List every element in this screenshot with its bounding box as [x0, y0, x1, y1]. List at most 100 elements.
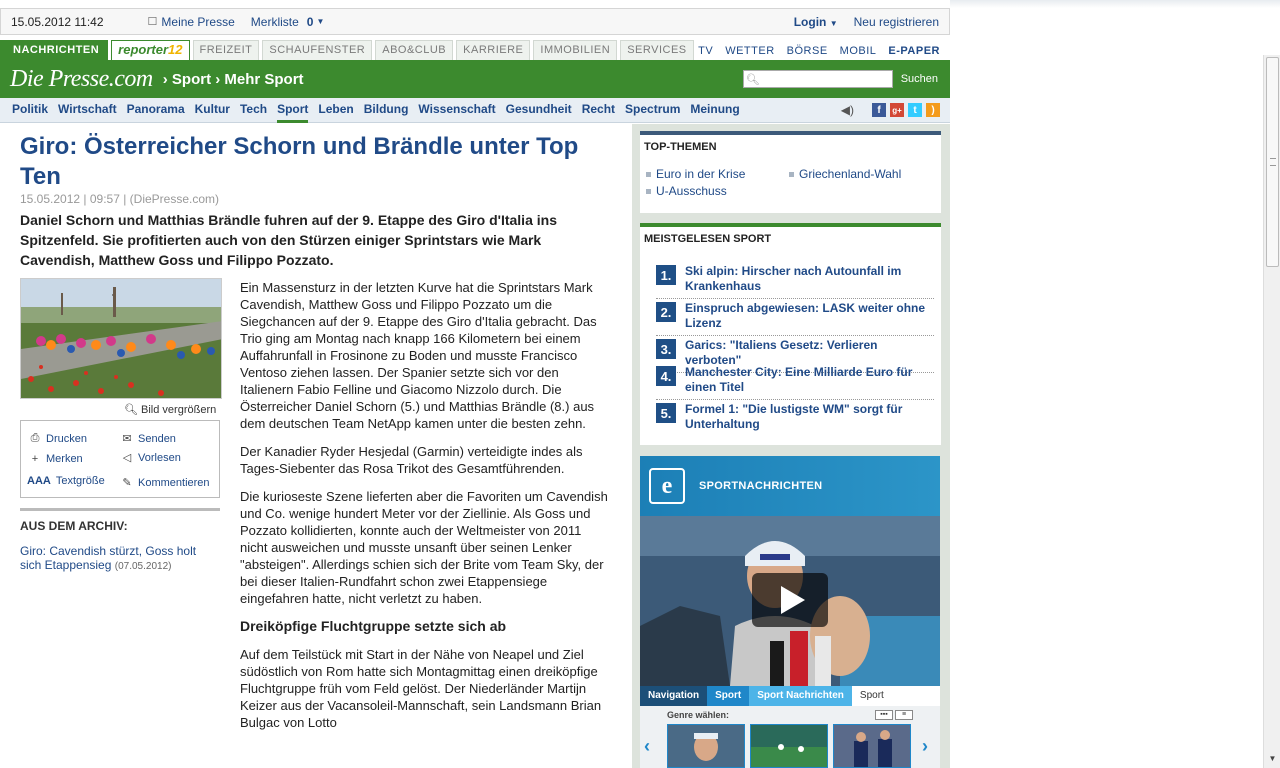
print-button[interactable]: ⎙ Drucken	[29, 432, 87, 445]
tab-schaufenster[interactable]: SCHAUFENSTER	[262, 40, 373, 60]
enlarge-image-link[interactable]: 🔍︎ Bild vergrößern	[124, 403, 216, 416]
search-area: 🔍︎ Suchen	[742, 70, 938, 88]
most-read-item[interactable]: 4. Manchester City: Eine Milliarde Euro f…	[656, 365, 934, 400]
nav-panorama[interactable]: Panorama	[127, 98, 185, 123]
tab-services[interactable]: SERVICES	[620, 40, 694, 60]
link-tv[interactable]: TV	[698, 45, 713, 57]
nav-wirtschaft[interactable]: Wirtschaft	[58, 98, 117, 123]
meta-bar: 15.05.2012 11:42 ☐ Meine Presse Merklist…	[0, 8, 950, 35]
facebook-icon[interactable]: f	[872, 103, 886, 117]
scrollbar-thumb[interactable]	[1266, 57, 1279, 267]
rank-badge: 5.	[656, 403, 676, 423]
most-read-item[interactable]: 1. Ski alpin: Hirscher nach Autounfall im…	[656, 264, 934, 299]
article-title: Giro: Österreicher Schorn und Brändle un…	[20, 133, 579, 190]
link-epaper[interactable]: E-PAPER	[888, 45, 940, 57]
most-read-item[interactable]: 5. Formel 1: "Die lustigste WM" sorgt für…	[656, 402, 934, 436]
nav-leben[interactable]: Leben	[318, 98, 353, 123]
comment-button[interactable]: ✎ Kommentieren	[121, 476, 210, 490]
nav-tech[interactable]: Tech	[240, 98, 267, 123]
site-logo[interactable]: Die Presse.com	[10, 66, 153, 93]
article-photo[interactable]	[20, 278, 222, 399]
send-button[interactable]: ✉ Senden	[121, 432, 176, 446]
video-brand-logo: e	[649, 468, 685, 504]
nav-recht[interactable]: Recht	[582, 98, 615, 123]
grid-view-icon[interactable]: ▪▪▪	[875, 710, 893, 720]
login-button[interactable]: Login ▼	[794, 15, 838, 29]
chevron-down-icon[interactable]: ▼	[316, 17, 324, 26]
nav-meinung[interactable]: Meinung	[690, 98, 739, 123]
search-button[interactable]: Suchen	[901, 73, 938, 85]
textsize-button[interactable]: AAA Textgröße	[27, 475, 105, 487]
print-label: Drucken	[46, 432, 87, 445]
nav-politik[interactable]: Politik	[12, 98, 48, 123]
article-body: Ein Massensturz in der letzten Kurve hat…	[240, 279, 612, 742]
page: 15.05.2012 11:42 ☐ Meine Presse Merklist…	[0, 0, 950, 768]
play-button[interactable]	[752, 573, 828, 627]
nav-gesundheit[interactable]: Gesundheit	[506, 98, 572, 123]
link-mobil[interactable]: MOBIL	[840, 45, 877, 57]
most-read-item[interactable]: 2. Einspruch abgewiesen: LASK weiter ohne…	[656, 301, 934, 336]
paragraph-3: Die kurioseste Szene lieferten aber die …	[240, 489, 608, 606]
scroll-down-arrow-icon[interactable]: ▼	[1266, 754, 1279, 766]
video-thumbnail[interactable]	[750, 724, 828, 768]
paragraph-4: Auf dem Teilstück mit Start in der Nähe …	[240, 647, 602, 730]
video-nav-sport-nachrichten[interactable]: Sport Nachrichten	[749, 686, 852, 706]
speaker-icon: ◁	[122, 452, 132, 464]
genre-label: Genre wählen:	[667, 710, 730, 720]
arrow-right-icon[interactable]: ›	[922, 736, 928, 757]
topic-euro[interactable]: Euro in der Krise	[646, 167, 745, 181]
speaker-icon[interactable]: ◀)	[841, 103, 854, 117]
pencil-icon: ✎	[122, 477, 132, 489]
watchlist-count[interactable]: 0	[307, 15, 314, 29]
paragraph-1: Ein Massensturz in der letzten Kurve hat…	[240, 280, 597, 431]
archive-link-date: (07.05.2012)	[114, 561, 172, 572]
top-themen-heading: TOP-THEMEN	[644, 141, 717, 153]
video-header: e SPORTNACHRICHTEN	[640, 456, 940, 516]
link-boerse[interactable]: BÖRSE	[787, 45, 828, 57]
nav-spectrum[interactable]: Spectrum	[625, 98, 680, 123]
search-input[interactable]	[742, 70, 893, 88]
google-plus-icon[interactable]: g+	[890, 103, 904, 117]
topic-griechenland[interactable]: Griechenland-Wahl	[789, 167, 901, 181]
vertical-scrollbar[interactable]: ▼	[1263, 55, 1280, 768]
tab-aboclub[interactable]: ABO&CLUB	[375, 40, 454, 60]
watchlist-link[interactable]: Merkliste	[251, 15, 299, 29]
most-read-text: Ski alpin: Hirscher nach Autounfall im K…	[685, 264, 902, 293]
meistgelesen-box: MEISTGELESEN SPORT 1. Ski alpin: Hirscher…	[640, 223, 941, 445]
my-press-link[interactable]: Meine Presse	[161, 15, 234, 29]
video-player[interactable]	[640, 516, 940, 686]
tab-nachrichten[interactable]: NACHRICHTEN	[0, 40, 109, 60]
read-aloud-button[interactable]: ◁ Vorlesen	[121, 451, 181, 465]
tab-karriere[interactable]: KARRIERE	[456, 40, 531, 60]
zoom-icon: 🔍︎	[124, 404, 138, 416]
video-nav-sport[interactable]: Sport	[707, 686, 750, 706]
remember-button[interactable]: + Merken	[29, 453, 83, 465]
chevron-down-icon: ▼	[829, 18, 838, 28]
top-themen-box: TOP-THEMEN Euro in der Krise Griechenlan…	[640, 131, 941, 213]
topic-euro-label: Euro in der Krise	[656, 167, 746, 181]
nav-wissenschaft[interactable]: Wissenschaft	[418, 98, 495, 123]
nav-bildung[interactable]: Bildung	[364, 98, 409, 123]
video-widget: e SPORTNACHRICHTEN Navigation Sport Spor…	[640, 456, 940, 768]
nav-kultur[interactable]: Kultur	[195, 98, 230, 123]
tab-freizeit[interactable]: FREIZEIT	[192, 40, 260, 60]
twitter-icon[interactable]: t	[908, 103, 922, 117]
nav-sport[interactable]: Sport	[277, 98, 309, 123]
comment-label: Kommentieren	[138, 476, 210, 489]
topic-u-ausschuss[interactable]: U-Ausschuss	[646, 184, 727, 198]
video-nav-navigation[interactable]: Navigation	[640, 686, 707, 706]
send-label: Senden	[138, 432, 176, 445]
tab-immobilien[interactable]: IMMOBILIEN	[533, 40, 618, 60]
arrow-left-icon[interactable]: ‹	[644, 736, 650, 757]
link-wetter[interactable]: WETTER	[725, 45, 774, 57]
register-link[interactable]: Neu registrieren	[854, 15, 939, 29]
list-view-icon[interactable]: ≡	[895, 710, 913, 720]
tab-reporter[interactable]: reporter12	[111, 40, 190, 60]
video-thumbnail[interactable]	[833, 724, 911, 768]
archive-link[interactable]: Giro: Cavendish stürzt, Goss holt sich E…	[20, 544, 220, 574]
remember-label: Merken	[46, 453, 83, 465]
article-dateline: 15.05.2012 | 09:57 | (DiePresse.com)	[20, 192, 220, 206]
breadcrumb[interactable]: › Sport › Mehr Sport	[163, 71, 304, 88]
rss-icon[interactable]: )	[926, 103, 940, 117]
video-thumbnail[interactable]	[667, 724, 745, 768]
